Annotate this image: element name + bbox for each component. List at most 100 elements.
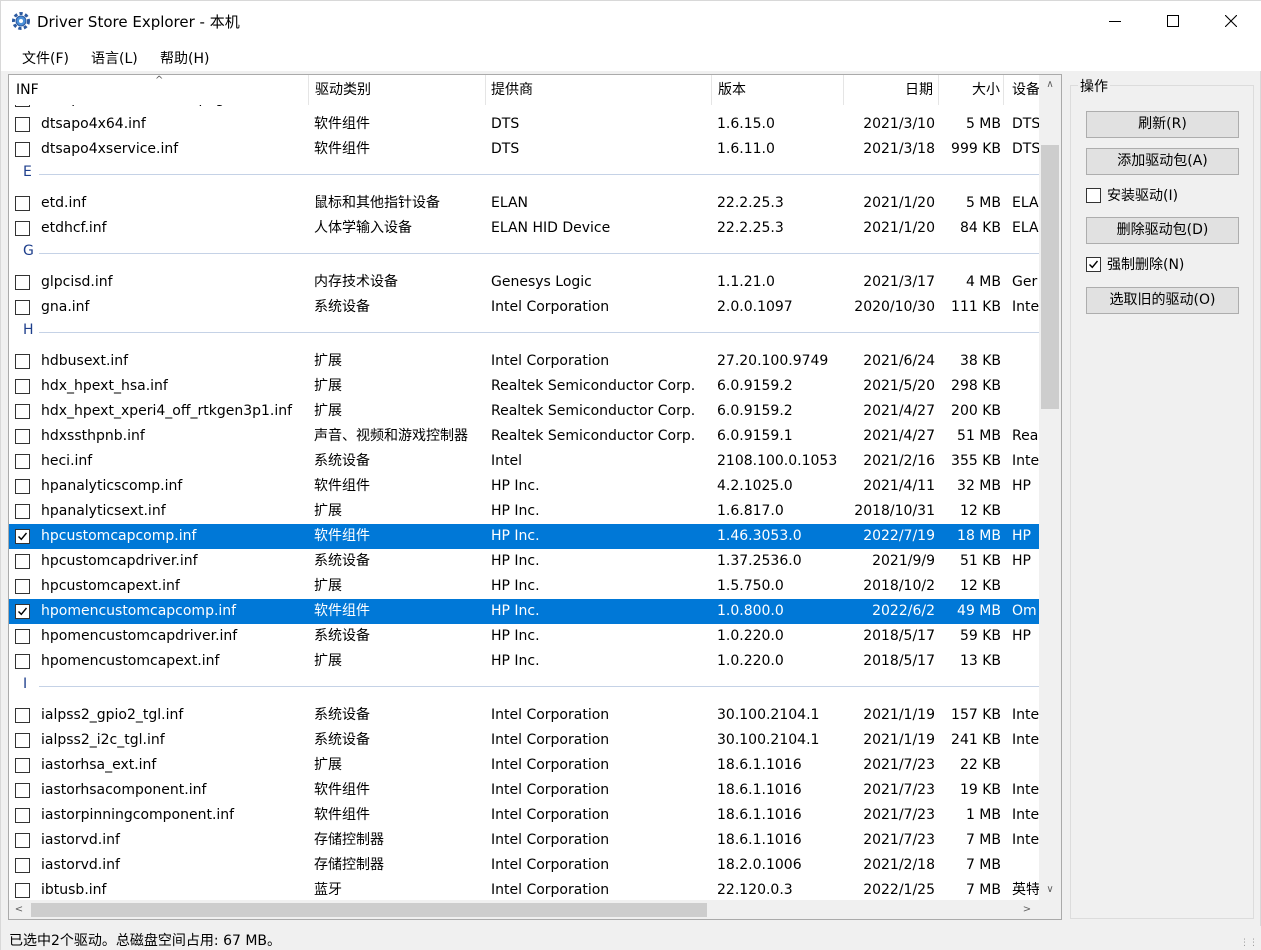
group-header[interactable]: E [9,162,1039,191]
row-checkbox[interactable] [15,883,30,898]
driver-row[interactable]: hdx_hpext_hsa.inf 扩展 Realtek Semiconductor… [9,374,1039,399]
scroll-up-icon[interactable]: ∧ [1039,75,1061,95]
column-header-date[interactable]: 日期 [844,75,939,105]
driver-row[interactable]: etd.inf 鼠标和其他指针设备 ELAN 22.2.25.3 2021/1/20 5 … [9,191,1039,216]
scroll-down-icon[interactable]: ∨ [1039,880,1061,900]
title-bar[interactable]: Driver Store Explorer - 本机 [1,1,1261,41]
scroll-left-icon[interactable]: < [9,900,29,919]
driver-row[interactable]: hdx_hpext_xperi4_off_rtkgen3p1.inf 扩展 Real… [9,399,1039,424]
resize-grip-icon[interactable]: ⋮⋮ [1240,938,1258,948]
row-checkbox[interactable] [15,454,30,469]
refresh-button[interactable]: 刷新(R) [1086,111,1239,138]
row-checkbox[interactable] [15,105,30,107]
row-checkbox[interactable] [15,579,30,594]
driver-category: 人体学输入设备 [314,220,412,236]
driver-row[interactable]: heci.inf 系统设备 Intel 2108.100.0.1053 2021/2/1… [9,449,1039,474]
driver-row[interactable]: glpcisd.inf 内存技术设备 Genesys Logic 1.1.21.0 20… [9,270,1039,295]
menu-file[interactable]: 文件(F) [22,48,69,68]
driver-row[interactable]: ialpss2_gpio2_tgl.inf 系统设备 Intel Corporati… [9,703,1039,728]
group-header[interactable]: H [9,320,1039,349]
menu-help[interactable]: 帮助(H) [160,48,209,68]
row-checkbox[interactable] [15,783,30,798]
driver-row[interactable]: iastorvd.inf 存储控制器 Intel Corporation 18.6.1… [9,828,1039,853]
vertical-scrollbar[interactable]: ∧ ∨ [1039,75,1061,900]
minimize-button[interactable] [1086,1,1144,41]
driver-row[interactable]: ialpss2_i2c_tgl.inf 系统设备 Intel Corporation… [9,728,1039,753]
driver-row[interactable]: gna.inf 系统设备 Intel Corporation 2.0.0.1097 20… [9,295,1039,320]
group-header[interactable]: G [9,241,1039,270]
maximize-button[interactable] [1144,1,1202,41]
install-driver-checkbox-box[interactable] [1086,187,1101,203]
row-checkbox[interactable] [15,629,30,644]
column-header-category[interactable]: 驱动类别 [309,75,486,105]
column-header-version[interactable]: 版本 [712,75,844,105]
delete-driver-button[interactable]: 删除驱动包(D) [1086,217,1239,244]
row-checkbox[interactable] [15,554,30,569]
driver-provider: HP Inc. [491,503,540,519]
row-checkbox[interactable] [15,275,30,290]
row-checkbox[interactable] [15,300,30,315]
driver-list[interactable]: INF ^ 驱动类别 提供商 版本 日期 大小 设备 dtsapo4ultrae… [8,74,1062,920]
row-checkbox[interactable] [15,604,30,619]
driver-row[interactable]: hpomencustomcapdriver.inf 系统设备 HP Inc. 1.0.… [9,624,1039,649]
driver-row[interactable]: iastorhsacomponent.inf 软件组件 Intel Corporat… [9,778,1039,803]
row-checkbox[interactable] [15,479,30,494]
row-checkbox[interactable] [15,429,30,444]
driver-row[interactable]: dtsapo4x64.inf 软件组件 DTS 1.6.15.0 2021/3/10 5 … [9,112,1039,137]
driver-row[interactable]: hdxssthpnb.inf 声音、视频和游戏控制器 Realtek Semicon… [9,424,1039,449]
row-checkbox[interactable] [15,654,30,669]
row-checkbox[interactable] [15,142,30,157]
row-checkbox[interactable] [15,529,30,544]
row-checkbox[interactable] [15,808,30,823]
select-old-drivers-button[interactable]: 选取旧的驱动(O) [1086,287,1239,314]
row-checkbox[interactable] [15,833,30,848]
column-header-inf[interactable]: INF ^ [9,75,309,105]
row-checkbox[interactable] [15,117,30,132]
driver-category: 内存技术设备 [314,274,398,290]
menu-language[interactable]: 语言(L) [91,48,138,68]
row-checkbox[interactable] [15,858,30,873]
vertical-scroll-thumb[interactable] [1041,145,1059,409]
row-checkbox[interactable] [15,708,30,723]
driver-row[interactable]: hpanalyticscomp.inf 软件组件 HP Inc. 4.2.1025.0… [9,474,1039,499]
group-header[interactable]: I [9,674,1039,703]
force-delete-checkbox-box[interactable] [1086,256,1101,272]
driver-row[interactable]: hpomencustomcapext.inf 扩展 HP Inc. 1.0.220.0… [9,649,1039,674]
close-button[interactable] [1202,1,1260,41]
row-checkbox[interactable] [15,504,30,519]
scroll-right-icon[interactable]: > [1017,900,1037,919]
column-header-provider[interactable]: 提供商 [486,75,712,105]
driver-row[interactable]: ibtusb.inf 蓝牙 Intel Corporation 22.120.0.3 2… [9,878,1039,900]
column-header-device[interactable]: 设备 [1004,75,1039,105]
driver-row[interactable]: dtsapo4ultraextensionpkg.inf扩展 DTS 1.1.28.… [9,105,1039,112]
row-checkbox[interactable] [15,354,30,369]
row-checkbox[interactable] [15,196,30,211]
driver-row[interactable]: iastorpinningcomponent.inf 软件组件 Intel Corp… [9,803,1039,828]
driver-inf-name: hpomencustomcapdriver.inf [41,628,238,644]
row-checkbox[interactable] [15,758,30,773]
driver-version: 30.100.2104.1 [717,732,820,748]
row-checkbox[interactable] [15,733,30,748]
install-driver-checkbox[interactable]: 安装驱动(I) [1086,186,1178,204]
add-driver-button[interactable]: 添加驱动包(A) [1086,148,1239,175]
column-header-size[interactable]: 大小 [939,75,1004,105]
driver-row[interactable]: etdhcf.inf 人体学输入设备 ELAN HID Device 22.2.25.… [9,216,1039,241]
row-checkbox[interactable] [15,221,30,236]
driver-inf-name: iastorhsacomponent.inf [41,782,207,798]
driver-row[interactable]: iastorvd.inf 存储控制器 Intel Corporation 18.2.0… [9,853,1039,878]
horizontal-scroll-thumb[interactable] [31,903,707,917]
horizontal-scrollbar[interactable]: < > [9,900,1039,919]
force-delete-checkbox[interactable]: 强制删除(N) [1086,255,1184,273]
driver-row[interactable]: dtsapo4xservice.inf 软件组件 DTS 1.6.11.0 2021/3… [9,137,1039,162]
driver-row[interactable]: hpomencustomcapcomp.inf 软件组件 HP Inc. 1.0.80… [9,599,1039,624]
driver-row[interactable]: hpanalyticsext.inf 扩展 HP Inc. 1.6.817.0 2018… [9,499,1039,524]
row-checkbox[interactable] [15,404,30,419]
driver-row[interactable]: hdbusext.inf 扩展 Intel Corporation 27.20.100… [9,349,1039,374]
driver-row[interactable]: hpcustomcapdriver.inf 系统设备 HP Inc. 1.37.253… [9,549,1039,574]
driver-row[interactable]: iastorhsa_ext.inf 扩展 Intel Corporation 18.6… [9,753,1039,778]
driver-row[interactable]: hpcustomcapext.inf 扩展 HP Inc. 1.5.750.0 2018… [9,574,1039,599]
driver-device: HP [1012,528,1031,544]
driver-row[interactable]: hpcustomcapcomp.inf 软件组件 HP Inc. 1.46.3053.… [9,524,1039,549]
driver-date: 2021/3/17 [863,274,935,290]
row-checkbox[interactable] [15,379,30,394]
